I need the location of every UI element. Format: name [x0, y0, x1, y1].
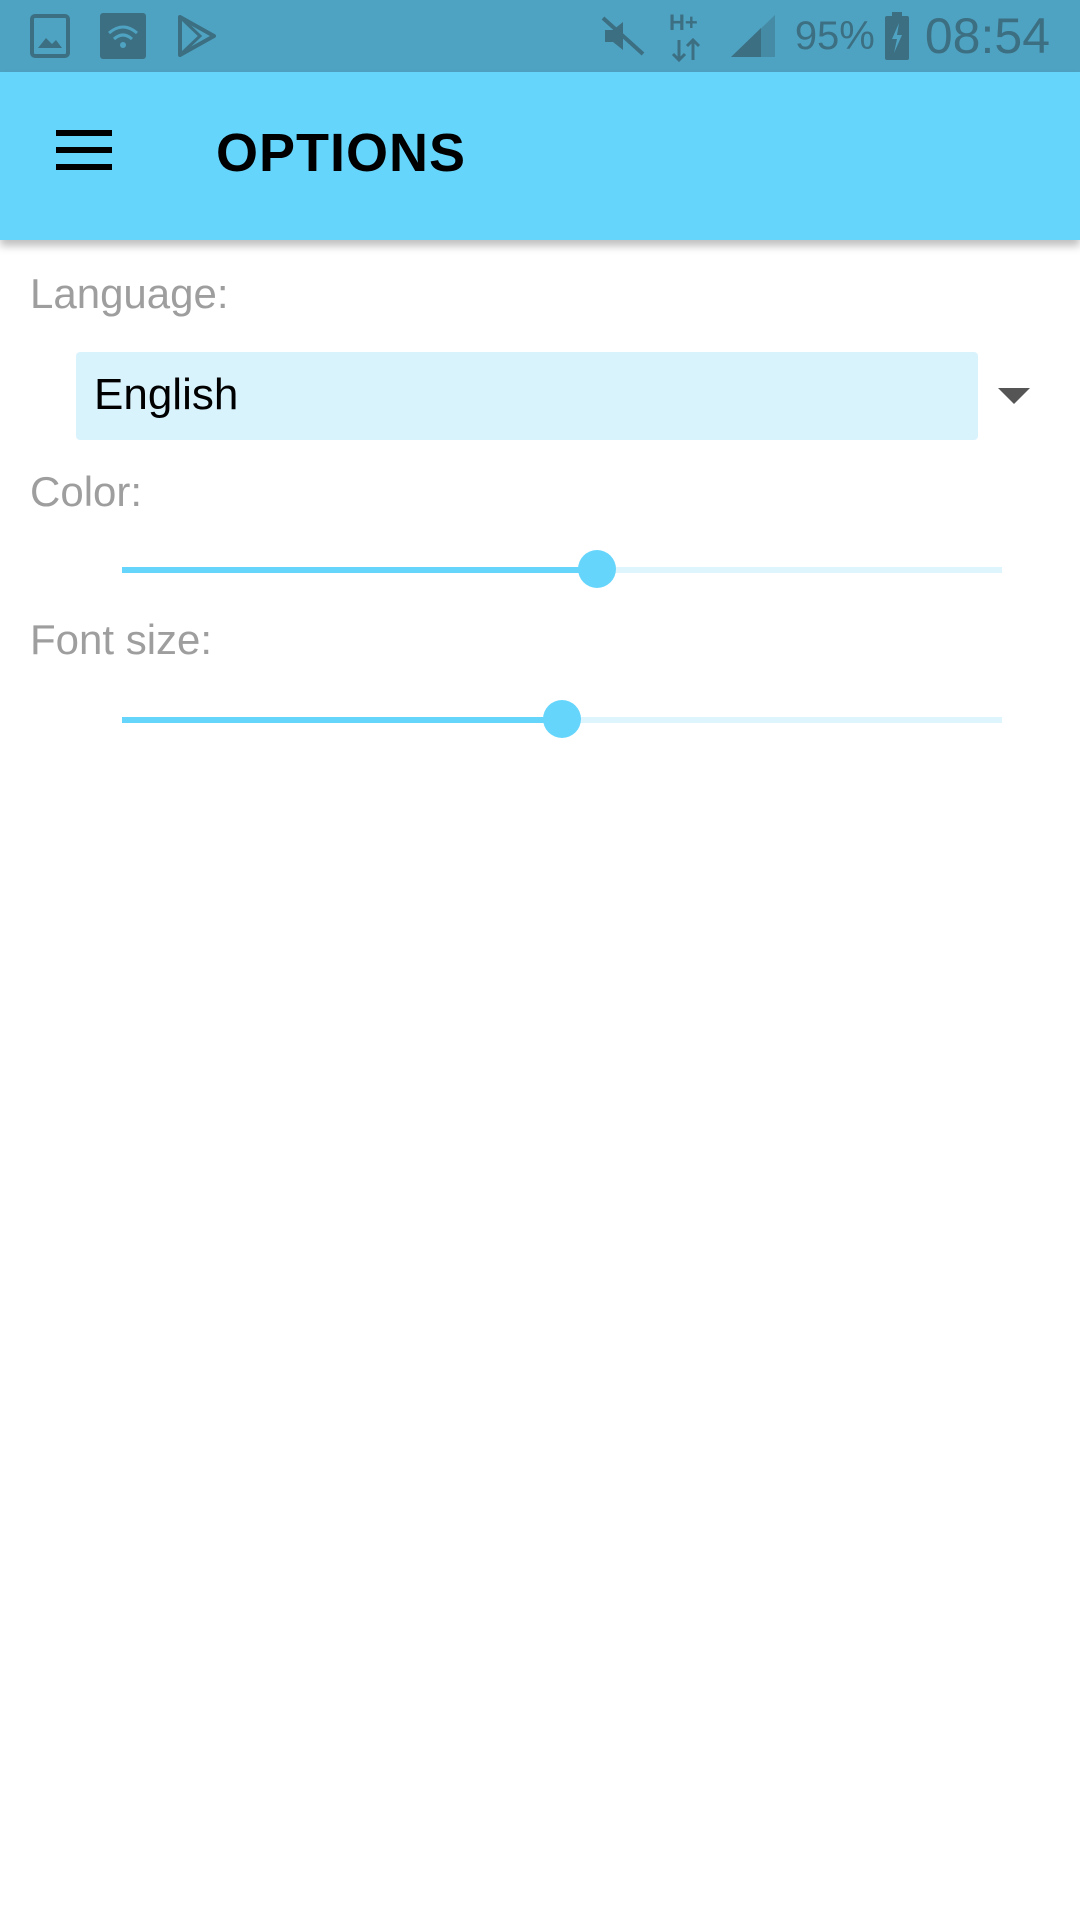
play-store-icon: [176, 15, 218, 57]
wifi-hotspot-icon: [100, 13, 146, 59]
battery-percent: 95%: [794, 13, 875, 58]
page-title: OPTIONS: [216, 123, 467, 183]
svg-text:H+: H+: [669, 10, 698, 35]
mute-icon: [599, 14, 647, 58]
status-bar-left: [30, 0, 248, 72]
status-bar-right: H+ 95% 08:54: [577, 0, 1050, 72]
color-label: Color:: [30, 468, 143, 515]
hamburger-menu-icon[interactable]: [56, 130, 112, 182]
language-selected-value: English: [94, 370, 239, 419]
language-label: Language:: [30, 270, 229, 317]
color-slider[interactable]: [122, 550, 1002, 590]
signal-icon: [729, 13, 777, 59]
font-size-slider-thumb[interactable]: [543, 700, 581, 738]
status-bar: H+ 95% 08:54: [0, 0, 1080, 72]
color-slider-thumb[interactable]: [578, 550, 616, 588]
battery-charging-icon: [883, 11, 911, 61]
app-bar: OPTIONS: [0, 72, 1080, 240]
font-size-slider-fill: [122, 717, 562, 723]
font-size-label: Font size:: [30, 616, 213, 663]
language-select[interactable]: English: [76, 352, 978, 440]
clock: 08:54: [924, 8, 1050, 64]
font-size-slider[interactable]: [122, 700, 1002, 740]
dropdown-arrow-icon[interactable]: [998, 388, 1030, 404]
color-slider-track: [122, 567, 1002, 573]
network-hplus-icon: H+: [669, 10, 707, 62]
color-slider-fill: [122, 567, 597, 573]
gallery-icon: [30, 14, 70, 58]
